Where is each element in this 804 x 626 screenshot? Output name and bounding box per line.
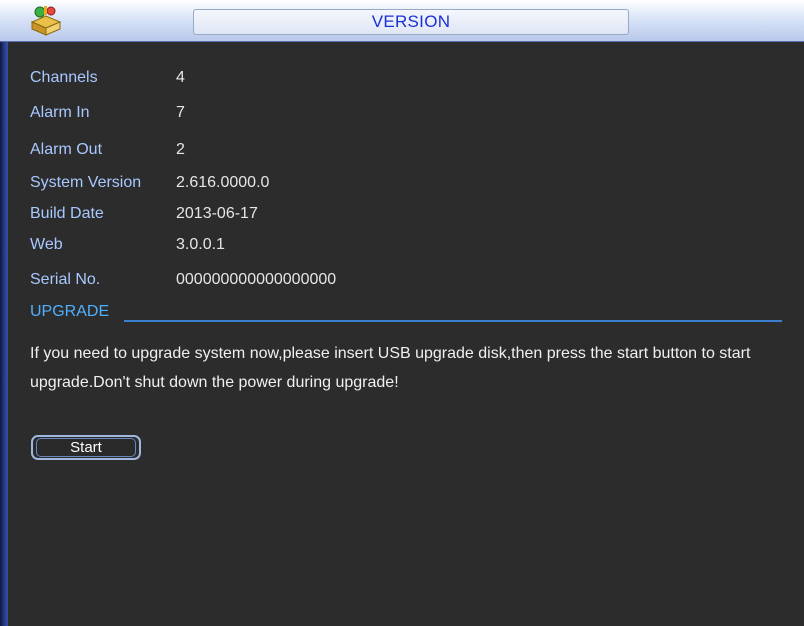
- start-button[interactable]: Start: [31, 435, 141, 460]
- info-row-alarm-in: Alarm In 7: [30, 101, 185, 125]
- section-divider: [124, 320, 782, 322]
- upgrade-message: If you need to upgrade system now,please…: [30, 345, 751, 391]
- info-row-build-date: Build Date 2013-06-17: [30, 202, 258, 226]
- version-window: VERSION Channels 4 Alarm In 7 Alarm Out …: [0, 0, 804, 626]
- info-label: Channels: [30, 69, 98, 86]
- info-row-system-version: System Version 2.616.0000.0: [30, 171, 269, 195]
- info-label: System Version: [30, 174, 142, 191]
- info-row-web: Web 3.0.0.1: [30, 233, 225, 257]
- info-value: 7: [176, 104, 185, 121]
- upgrade-section-header: UPGRADE: [30, 303, 782, 325]
- info-value: 2.616.0000.0: [176, 174, 270, 191]
- info-row-channels: Channels 4: [30, 66, 185, 90]
- info-label: Alarm In: [30, 104, 90, 121]
- version-content: Channels 4 Alarm In 7 Alarm Out 2 System…: [0, 42, 804, 626]
- info-value: 4: [176, 69, 185, 86]
- info-row-alarm-out: Alarm Out 2: [30, 138, 185, 162]
- info-label: Alarm Out: [30, 141, 103, 158]
- info-label: Build Date: [30, 205, 104, 222]
- info-value: 000000000000000000: [176, 271, 337, 288]
- info-value: 2: [176, 141, 185, 158]
- app-package-icon: [28, 4, 64, 36]
- info-value: 2013-06-17: [176, 205, 258, 222]
- window-title: VERSION: [371, 12, 451, 31]
- info-label: Serial No.: [30, 271, 101, 288]
- info-label: Web: [30, 236, 63, 253]
- title-plate: VERSION: [193, 9, 629, 35]
- info-row-serial-no: Serial No. 000000000000000000: [30, 268, 336, 292]
- upgrade-section-title: UPGRADE: [30, 303, 110, 320]
- start-button-label: Start: [36, 438, 136, 457]
- title-bar: VERSION: [0, 0, 804, 42]
- info-value: 3.0.0.1: [176, 236, 225, 253]
